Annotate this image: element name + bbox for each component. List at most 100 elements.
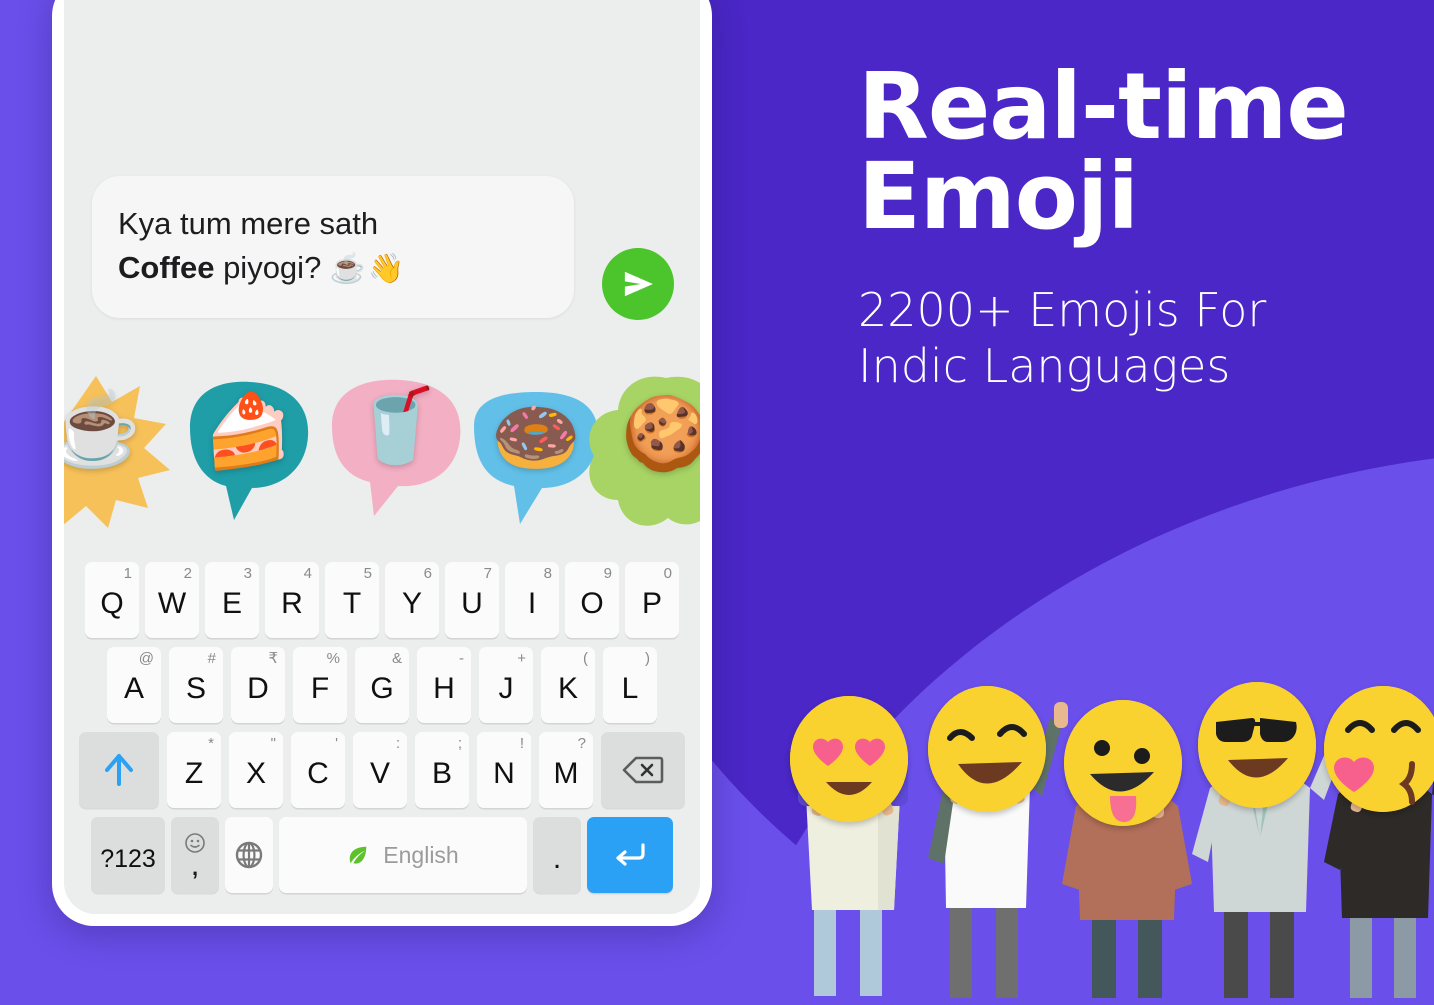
globe-key[interactable] [225,817,273,893]
laughing-face-icon [928,686,1046,812]
key-i-label: I [527,587,537,620]
keyboard-row-1: 1Q 2W 3E 4R 5T 6Y 7U 8I 9O 0P [74,562,690,638]
heart-eyes-face-icon [790,696,908,822]
tongue-out-face-icon [1064,700,1182,826]
backspace-key[interactable] [601,732,685,808]
person-kissing-heart [1310,686,1434,1000]
message-bubble: Kya tum mere sath Coffee piyogi? ☕👋 [92,176,574,319]
key-p-alt: 0 [663,565,672,582]
key-p[interactable]: 0P [625,562,679,638]
key-g[interactable]: & G [355,647,409,723]
numeric-key[interactable]: ?123 [91,817,165,893]
key-q-alt: 1 [123,565,132,582]
key-z-label: Z [184,757,204,790]
key-a[interactable]: @ A [107,647,161,723]
key-k[interactable]: (K [541,647,595,723]
key-i[interactable]: 8I [505,562,559,638]
key-y-label: Y [401,587,422,620]
key-r[interactable]: 4R [265,562,319,638]
key-e-label: E [221,587,242,620]
period-key-label: . [552,842,562,875]
people-illustration [770,682,1434,1000]
space-key[interactable]: English [279,817,527,893]
period-key[interactable]: . [533,817,581,893]
message-bold-word: Coffee [118,250,215,286]
subtitle: 2200+ Emojis For Indic Languages [858,282,1418,394]
emoji-sticker-strip: ☕ 🍰 🥤 🍩 🍪 [64,364,700,534]
key-x-alt: " [270,735,276,752]
key-j-alt: + [517,650,526,667]
marketing-copy: Real-time Emoji 2200+ Emojis For Indic L… [858,61,1418,395]
key-h-alt: - [459,650,464,667]
key-y[interactable]: 6Y [385,562,439,638]
kissing-heart-face-icon [1324,686,1434,812]
key-z[interactable]: * Z [167,732,221,808]
space-key-inner: English [347,842,459,869]
key-k-alt: ( [583,650,588,667]
key-q-label: Q [100,587,124,620]
page-title: Real-time Emoji [858,61,1418,251]
key-q[interactable]: 1Q [85,562,139,638]
leaf-icon [347,844,369,866]
key-l-alt: ) [645,650,650,667]
emoji-key-inner: , [184,832,206,879]
key-i-alt: 8 [543,565,552,582]
backspace-icon [622,755,664,785]
key-a-alt: @ [138,650,154,667]
shift-key[interactable] [79,732,159,808]
key-x[interactable]: " X [229,732,283,808]
key-s-alt: # [207,650,216,667]
key-a-label: A [123,672,144,705]
key-n-alt: ! [519,735,524,752]
phone-mockup: Kya tum mere sath Coffee piyogi? ☕👋 ☕ 🍰 … [52,0,712,926]
key-t[interactable]: 5T [325,562,379,638]
key-e[interactable]: 3E [205,562,259,638]
key-m-label: M [553,757,579,790]
key-b[interactable]: ; B [415,732,469,808]
key-d-alt: ₹ [268,650,278,667]
enter-key[interactable] [587,817,673,893]
key-v[interactable]: :V [353,732,407,808]
key-n[interactable]: ! N [477,732,531,808]
subtitle-line-1: 2200+ Emojis For [858,283,1267,338]
key-c[interactable]: ' C [291,732,345,808]
key-t-label: T [342,587,362,620]
globe-icon [234,840,264,870]
cookie-sticker[interactable]: 🍪 [578,372,700,538]
key-d[interactable]: ₹ D [231,647,285,723]
key-h-label: H [433,672,455,705]
key-z-alt: * [208,735,214,752]
key-j[interactable]: + J [479,647,533,723]
comma-label: , [191,854,199,880]
key-s[interactable]: # S [169,647,223,723]
headline-line-2: Emoji [858,143,1139,251]
key-w-label: W [157,587,187,620]
key-g-label: G [370,672,394,705]
send-icon [617,263,659,305]
key-s-label: S [185,672,206,705]
key-c-alt: ' [335,735,338,752]
key-k-label: K [557,672,578,705]
key-x-label: X [245,757,266,790]
emoji-smiley-icon [184,832,206,854]
key-o[interactable]: 9O [565,562,619,638]
key-w[interactable]: 2W [145,562,199,638]
key-u-label: U [461,587,483,620]
message-line-1: Kya tum mere sath [118,206,379,241]
key-h[interactable]: -H [417,647,471,723]
key-f[interactable]: % F [293,647,347,723]
send-button[interactable] [602,248,674,320]
key-m[interactable]: ? M [539,732,593,808]
numeric-key-label: ?123 [100,844,156,873]
key-f-alt: % [326,650,340,667]
emoji-key[interactable]: , [171,817,219,893]
keyboard-row-4: ?123 , English . [74,817,690,893]
keyboard-row-2: @ A # S ₹ D % F & G -H + J (K ) L [74,647,690,723]
key-u[interactable]: 7U [445,562,499,638]
phone-screen: Kya tum mere sath Coffee piyogi? ☕👋 ☕ 🍰 … [64,0,700,914]
key-m-alt: ? [577,735,586,752]
key-l[interactable]: ) L [603,647,657,723]
key-b-alt: ; [457,735,462,752]
key-j-label: J [498,672,514,705]
key-e-alt: 3 [243,565,252,582]
